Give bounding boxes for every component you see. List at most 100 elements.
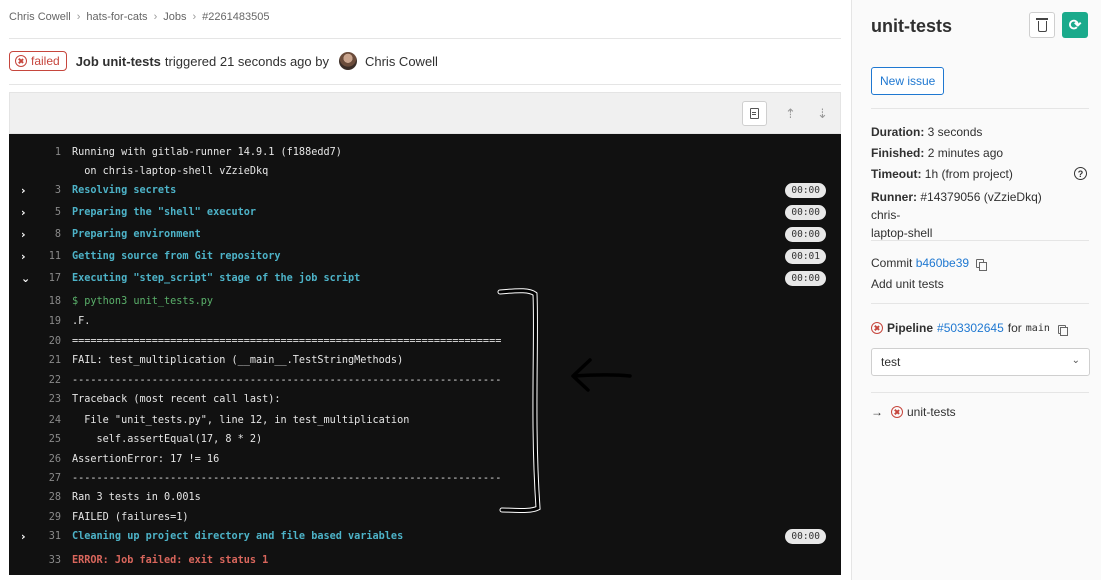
stage-select[interactable]: test ⌄	[871, 348, 1090, 376]
author-link[interactable]: Chris Cowell	[365, 54, 438, 69]
log-line: 25 self.assertEqual(17, 8 * 2)	[9, 429, 841, 449]
finished-label: Finished:	[871, 146, 925, 160]
line-number[interactable]: 31	[31, 531, 61, 542]
breadcrumb-job-id[interactable]: #2261483505	[202, 11, 269, 23]
duration-label: Duration:	[871, 125, 925, 139]
line-number[interactable]: 3	[31, 185, 61, 196]
line-number[interactable]: 11	[31, 251, 61, 262]
section-duration-badge: 00:00	[785, 528, 826, 544]
breadcrumb-separator: ›	[153, 11, 158, 23]
pipeline-branch[interactable]: main	[1026, 323, 1050, 334]
log-text: Resolving secrets	[72, 184, 177, 196]
line-number[interactable]: 17	[31, 273, 61, 284]
log-section-header[interactable]: ⌄ 17 Executing "step_script" stage of the …	[9, 268, 841, 288]
log-text: on chris-laptop-shell vZzieDkq	[72, 165, 269, 177]
log-text: ERROR: Job failed: exit status 1	[72, 554, 269, 566]
copy-icon[interactable]	[976, 259, 987, 271]
log-line: 22 --------------------------------------…	[9, 370, 841, 390]
divider	[871, 240, 1089, 241]
log-line: 29 FAILED (failures=1)	[9, 507, 841, 527]
line-number[interactable]: 28	[31, 492, 61, 503]
line-number[interactable]: 21	[31, 355, 61, 366]
copy-icon[interactable]	[1057, 324, 1069, 336]
log-text: Executing "step_script" stage of the job…	[72, 272, 361, 284]
log-line: 18 $ python3 unit_tests.py	[9, 291, 841, 311]
log-line: 33 ERROR: Job failed: exit status 1	[9, 550, 841, 570]
log-line: 24 File "unit_tests.py", line 12, in tes…	[9, 410, 841, 430]
divider	[871, 108, 1089, 109]
failed-status-icon	[891, 406, 903, 418]
section-duration-badge: 00:00	[785, 204, 826, 220]
line-number[interactable]: 33	[31, 555, 61, 566]
line-number[interactable]: 19	[31, 316, 61, 327]
status-badge[interactable]: failed	[9, 51, 67, 71]
scroll-to-top-button[interactable]: ⇡	[778, 101, 803, 126]
pipeline-label: Pipeline	[887, 321, 934, 335]
document-icon	[750, 108, 759, 119]
help-icon[interactable]: ?	[1074, 167, 1087, 180]
log-section-header[interactable]: › 31 Cleaning up project directory and fil…	[9, 526, 841, 546]
job-label: Job unit-tests	[75, 53, 161, 69]
log-text: ----------------------------------------…	[72, 472, 502, 484]
breadcrumb-user[interactable]: Chris Cowell	[9, 11, 71, 23]
erase-job-button[interactable]	[1029, 12, 1055, 38]
log-section-header[interactable]: › 5 Preparing the "shell" executor 00:00	[9, 202, 841, 222]
line-number[interactable]: 29	[31, 512, 61, 523]
stage-select-value: test	[881, 355, 901, 369]
duration-row: Duration: 3 seconds	[871, 125, 982, 139]
job-list-item[interactable]: → unit-tests	[871, 405, 956, 419]
log-section-header[interactable]: › 8 Preparing environment 00:00	[9, 224, 841, 244]
log-text: Cleaning up project directory and file b…	[72, 530, 404, 542]
log-text: Getting source from Git repository	[72, 250, 281, 262]
line-number[interactable]: 26	[31, 454, 61, 465]
scroll-to-bottom-button[interactable]: ⇣	[810, 101, 835, 126]
finished-row: Finished: 2 minutes ago	[871, 146, 1003, 160]
line-number[interactable]: 20	[31, 336, 61, 347]
job-sidebar: unit-tests ⟳ New issue Duration: 3 secon…	[851, 0, 1101, 580]
log-text: Ran 3 tests in 0.001s	[72, 491, 201, 503]
pipeline-for-text: for	[1007, 321, 1022, 335]
arrow-right-icon: →	[871, 405, 883, 419]
runner-value-cont: laptop-shell	[871, 226, 933, 240]
log-text: self.assertEqual(17, 8 * 2)	[72, 433, 263, 445]
line-number[interactable]: 1	[31, 147, 61, 158]
pipeline-link[interactable]: #503302645	[937, 321, 1004, 335]
timeout-value: 1h (from project)	[924, 167, 1013, 181]
log-line: 21 FAIL: test_multiplication (__main__.Te…	[9, 350, 841, 370]
log-text: AssertionError: 17 != 16	[72, 453, 220, 465]
breadcrumb-separator: ›	[192, 11, 197, 23]
line-number[interactable]: 24	[31, 415, 61, 426]
log-text: FAILED (failures=1)	[72, 511, 189, 523]
line-number[interactable]: 27	[31, 473, 61, 484]
log-text: .F.	[72, 315, 91, 327]
scroll-bottom-icon: ⇣	[817, 105, 828, 121]
line-number[interactable]: 18	[31, 296, 61, 307]
breadcrumb-project[interactable]: hats-for-cats	[86, 11, 147, 23]
triggered-text: triggered 21 seconds ago by	[164, 53, 329, 69]
new-issue-button[interactable]: New issue	[871, 67, 945, 95]
line-number[interactable]: 23	[31, 394, 61, 405]
timeout-row: Timeout: 1h (from project)	[871, 167, 1013, 181]
show-raw-button[interactable]	[742, 101, 767, 126]
line-number[interactable]: 5	[31, 207, 61, 218]
log-text: ========================================…	[72, 335, 502, 347]
line-number[interactable]: 22	[31, 375, 61, 386]
job-main-panel: Chris Cowell › hats-for-cats › Jobs › #2…	[0, 0, 850, 580]
divider	[9, 84, 841, 85]
log-section-header[interactable]: › 11 Getting source from Git repository 00:…	[9, 246, 841, 266]
trash-icon	[1035, 18, 1048, 32]
log-line: 26 AssertionError: 17 != 16	[9, 449, 841, 469]
duration-value: 3 seconds	[927, 125, 983, 139]
line-number[interactable]: 25	[31, 434, 61, 445]
log-text: Running with gitlab-runner 14.9.1 (f188e…	[72, 146, 342, 158]
log-line: 23 Traceback (most recent call last):	[9, 389, 841, 409]
avatar[interactable]	[338, 52, 357, 70]
job-log: 1 Running with gitlab-runner 14.9.1 (f188…	[9, 134, 841, 575]
commit-row: Commit b460be39	[871, 256, 987, 271]
breadcrumb-separator: ›	[76, 11, 81, 23]
breadcrumb-jobs[interactable]: Jobs	[163, 11, 186, 23]
log-section-header[interactable]: › 3 Resolving secrets 00:00	[9, 180, 841, 200]
line-number[interactable]: 8	[31, 229, 61, 240]
commit-sha-link[interactable]: b460be39	[916, 256, 969, 270]
retry-button[interactable]: ⟳	[1062, 12, 1088, 38]
